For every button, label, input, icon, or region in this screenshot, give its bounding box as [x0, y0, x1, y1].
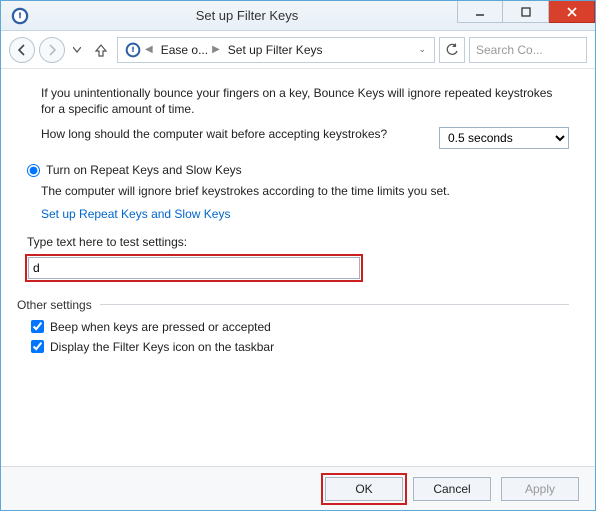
search-placeholder: Search Co...	[476, 43, 543, 57]
breadcrumb-ease[interactable]: Ease o... ▶	[158, 43, 223, 57]
repeat-slow-radio[interactable]	[27, 164, 40, 177]
dialog-footer: OK Cancel Apply	[1, 466, 595, 510]
back-button[interactable]	[9, 37, 35, 63]
display-icon-checkbox-row: Display the Filter Keys icon on the task…	[31, 340, 569, 354]
setup-repeat-slow-link[interactable]: Set up Repeat Keys and Slow Keys	[41, 206, 569, 222]
ease-of-access-icon	[125, 42, 141, 58]
forward-button[interactable]	[39, 37, 65, 63]
beep-label: Beep when keys are pressed or accepted	[50, 320, 271, 334]
window-buttons	[457, 1, 595, 30]
window-title: Set up Filter Keys	[37, 8, 457, 23]
breadcrumb-current[interactable]: Set up Filter Keys	[225, 43, 326, 57]
minimize-icon	[475, 7, 485, 17]
title-bar: Set up Filter Keys	[1, 1, 595, 31]
repeat-slow-label: Turn on Repeat Keys and Slow Keys	[46, 163, 242, 177]
wait-question: How long should the computer wait before…	[41, 127, 427, 141]
close-button[interactable]	[549, 1, 595, 23]
other-settings-section: Other settings	[17, 298, 569, 312]
test-label: Type text here to test settings:	[27, 234, 569, 250]
wait-duration-select[interactable]: 0.5 seconds	[439, 127, 569, 149]
content-area: If you unintentionally bounce your finge…	[1, 69, 595, 466]
section-divider	[100, 304, 569, 305]
refresh-icon	[445, 43, 459, 57]
navigation-bar: ◀ Ease o... ▶ Set up Filter Keys ⌄ Searc…	[1, 31, 595, 69]
ease-of-access-icon	[11, 7, 29, 25]
cancel-button[interactable]: Cancel	[413, 477, 491, 501]
breadcrumb-dropdown[interactable]: ⌄	[418, 44, 430, 55]
bounce-keys-description: If you unintentionally bounce your finge…	[41, 85, 569, 117]
close-icon	[567, 7, 577, 17]
repeat-slow-description: The computer will ignore brief keystroke…	[41, 183, 569, 199]
arrow-up-icon	[94, 43, 108, 57]
chevron-down-icon	[73, 47, 81, 53]
search-input[interactable]: Search Co...	[469, 37, 587, 63]
ok-button[interactable]: OK	[325, 477, 403, 501]
display-icon-label: Display the Filter Keys icon on the task…	[50, 340, 274, 354]
apply-button[interactable]: Apply	[501, 477, 579, 501]
breadcrumb-ease-label: Ease o...	[161, 43, 208, 57]
arrow-right-icon	[46, 44, 58, 56]
minimize-button[interactable]	[457, 1, 503, 23]
breadcrumb[interactable]: ◀ Ease o... ▶ Set up Filter Keys ⌄	[117, 37, 435, 63]
repeat-slow-radio-row: Turn on Repeat Keys and Slow Keys	[27, 163, 569, 177]
beep-checkbox-row: Beep when keys are pressed or accepted	[31, 320, 569, 334]
test-input[interactable]	[28, 257, 360, 279]
arrow-left-icon	[16, 44, 28, 56]
chevron-right-icon: ▶	[212, 44, 220, 55]
maximize-button[interactable]	[503, 1, 549, 23]
test-input-wrapper	[27, 256, 361, 280]
breadcrumb-root[interactable]: ◀	[122, 42, 156, 58]
beep-checkbox[interactable]	[31, 320, 44, 333]
refresh-button[interactable]	[439, 37, 465, 63]
history-dropdown[interactable]	[69, 37, 85, 63]
wait-duration-row: How long should the computer wait before…	[41, 127, 569, 149]
display-icon-checkbox[interactable]	[31, 340, 44, 353]
chevron-right-icon: ◀	[145, 44, 153, 55]
up-button[interactable]	[89, 38, 113, 62]
maximize-icon	[521, 7, 531, 17]
system-icon	[9, 5, 31, 27]
other-settings-label: Other settings	[17, 298, 92, 312]
breadcrumb-current-label: Set up Filter Keys	[228, 43, 323, 57]
